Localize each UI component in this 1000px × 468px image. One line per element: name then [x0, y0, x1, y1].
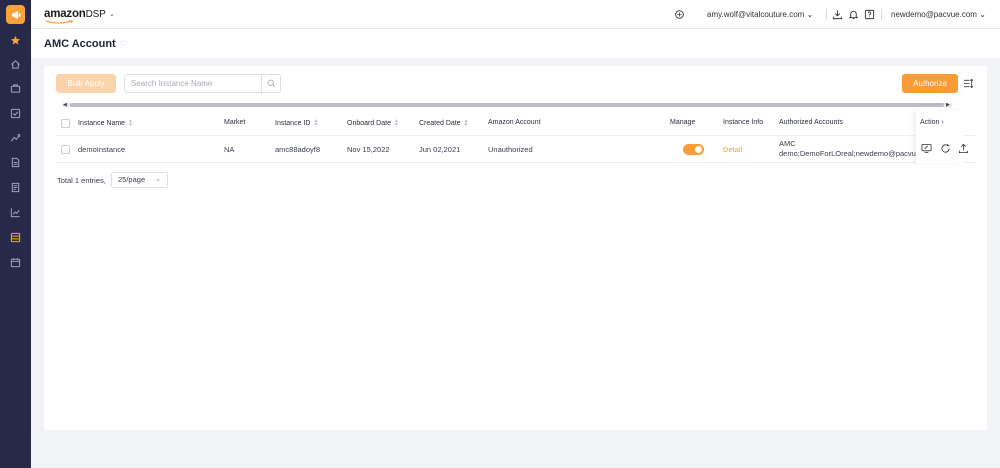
column-label: Created Date — [419, 119, 461, 127]
authorize-button[interactable]: Authorize — [902, 74, 958, 93]
table-icon — [10, 232, 21, 243]
file-list-icon — [11, 182, 20, 193]
favorite-star-icon[interactable]: ☆ — [119, 38, 128, 49]
header-divider — [881, 9, 882, 20]
sidebar-item-tasks[interactable] — [10, 108, 21, 119]
bulk-apply-button[interactable]: Bulk Apply — [56, 74, 116, 93]
bell-icon[interactable] — [848, 9, 859, 20]
page-size-select[interactable]: 25/page ⌄ — [111, 172, 168, 188]
sidebar-item-audit[interactable] — [10, 182, 21, 193]
detail-link[interactable]: Detail — [723, 145, 742, 154]
chevron-down-icon: ⌄ — [155, 176, 161, 183]
brand-logo[interactable]: amazonDSP — [44, 8, 106, 20]
scrollbar-thumb[interactable] — [70, 103, 944, 107]
account-dropdown[interactable]: newdemo@pacvue.com ⌄ — [891, 10, 986, 19]
cell-authorized-line1: AMC — [779, 139, 796, 148]
download-icon[interactable] — [832, 9, 843, 20]
chevron-right-icon[interactable]: › — [941, 119, 943, 126]
column-header-amazon-account: Amazon Account — [488, 119, 541, 126]
sidebar-item-analytics[interactable] — [10, 132, 21, 143]
column-header-instance-id[interactable]: Instance ID ▲ ▼ — [275, 119, 318, 128]
scroll-left-arrow-icon[interactable]: ◀ — [63, 102, 67, 108]
cell-created-date: Jun 02,2021 — [419, 145, 461, 154]
sort-icon[interactable]: ▲ ▼ — [464, 119, 469, 128]
column-settings-icon[interactable] — [963, 78, 974, 89]
home-icon — [11, 60, 20, 69]
app-logo[interactable] — [6, 5, 25, 24]
table-row: demoInstance NA amc88adoyf8 Nov 15,2022 … — [56, 136, 976, 163]
cell-market: NA — [224, 145, 235, 154]
search-icon — [267, 79, 275, 88]
column-header-manage: Manage — [670, 119, 696, 126]
monitor-edit-icon[interactable] — [921, 143, 932, 154]
trend-chart-icon — [10, 134, 21, 142]
header-divider — [826, 9, 827, 20]
pagination-total: Total 1 entries, — [57, 176, 106, 185]
column-header-action: Action › — [920, 119, 944, 126]
sidebar-item-amc[interactable] — [10, 232, 21, 243]
cell-onboard-date: Nov 15,2022 — [347, 145, 390, 154]
brand-suffix: DSP — [85, 9, 106, 20]
star-icon — [10, 35, 21, 45]
sidebar-item-calendar[interactable] — [10, 257, 21, 268]
sidebar-item-insights[interactable] — [10, 207, 21, 218]
column-label: Instance ID — [275, 119, 311, 127]
row-checkbox[interactable] — [61, 145, 70, 154]
sort-icon[interactable]: ▲ ▼ — [313, 119, 318, 128]
cell-authorized-line2: demo;DemoForLOreal;newdemo@pacvue — [779, 149, 921, 158]
line-chart-icon — [10, 208, 20, 218]
select-all-checkbox[interactable] — [61, 119, 70, 128]
sidebar-item-campaigns[interactable] — [10, 83, 21, 94]
column-header-authorized-accounts: Authorized Accounts — [779, 119, 843, 126]
search-button[interactable] — [261, 75, 280, 92]
checkbox-icon — [10, 108, 21, 119]
briefcase-icon — [10, 84, 21, 93]
action-column: Action › — [916, 111, 969, 163]
manage-toggle[interactable] — [683, 144, 704, 155]
user-email: amy.wolf@vitalcouture.com — [707, 10, 805, 19]
column-header-instance-info: Instance Info — [723, 119, 764, 126]
column-label: Onboard Date — [347, 119, 391, 127]
sidebar — [0, 0, 31, 468]
content-card: Bulk Apply Authorize ◀ ▶ Instance Name▲▼… — [44, 66, 987, 430]
scroll-right-arrow-icon[interactable]: ▶ — [946, 102, 950, 108]
calendar-icon — [10, 258, 21, 268]
search-input[interactable] — [125, 75, 261, 92]
amazon-smile-icon — [45, 20, 74, 24]
sort-icon[interactable]: ▲ ▼ — [394, 119, 399, 128]
page-header: AMC Account ☆ — [31, 29, 1000, 58]
column-header-onboard-date[interactable]: Onboard Date ▲ ▼ — [347, 119, 399, 128]
sidebar-item-favorites[interactable] — [10, 35, 21, 46]
page-title: AMC Account — [44, 38, 116, 50]
refresh-icon[interactable] — [940, 143, 951, 154]
sidebar-item-reports[interactable] — [10, 157, 21, 168]
cell-amazon-account: Unauthorized — [488, 145, 533, 154]
column-header-market: Market — [224, 119, 246, 126]
chevron-down-icon[interactable]: ⌄ — [109, 10, 115, 18]
user-email-dropdown[interactable]: amy.wolf@vitalcouture.com ⌄ — [707, 10, 813, 19]
table-header: Instance Name ▲ ▼ Market Instance ID ▲ ▼ Onb… — [56, 111, 976, 136]
top-header: amazonDSP ⌄ amy.wolf@vitalcouture.com ⌄ … — [31, 0, 1000, 29]
cell-instance-name: demoInstance — [78, 145, 126, 154]
chevron-down-icon: ⌄ — [806, 10, 814, 19]
account-email: newdemo@pacvue.com — [891, 10, 977, 19]
chevron-down-icon: ⌄ — [979, 10, 986, 19]
column-label: Action — [920, 119, 940, 126]
upload-icon[interactable] — [958, 143, 969, 154]
sync-icon[interactable] — [674, 9, 685, 20]
column-header-instance-name[interactable]: Instance Name ▲ ▼ — [78, 119, 133, 128]
sidebar-item-home[interactable] — [10, 59, 21, 70]
document-icon — [11, 157, 20, 168]
help-icon[interactable] — [864, 9, 875, 20]
cell-instance-id: amc88adoyf8 — [275, 145, 321, 154]
column-label: Instance Name — [78, 119, 126, 127]
brand-name: amazon — [44, 8, 86, 20]
page-size-value: 25/page — [118, 175, 146, 184]
sort-icon[interactable]: ▲ ▼ — [128, 119, 133, 128]
column-header-created-date[interactable]: Created Date ▲ ▼ — [419, 119, 469, 128]
search-box — [124, 74, 281, 93]
megaphone-icon — [11, 10, 20, 19]
